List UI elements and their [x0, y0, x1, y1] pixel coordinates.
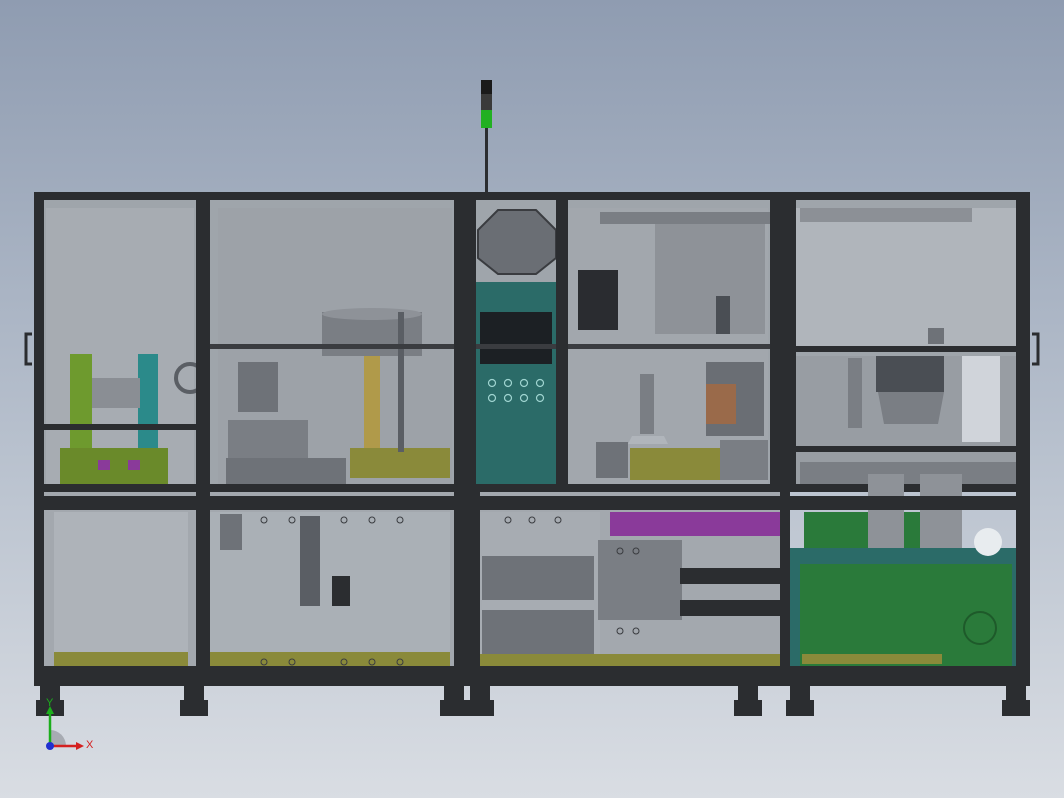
- leveling-foot-icon: [36, 686, 1030, 716]
- signal-tower-icon: [481, 80, 492, 194]
- coordinate-triad-icon: Y X: [38, 697, 102, 760]
- cad-assembly-view: [24, 80, 1040, 716]
- x-axis-label: X: [86, 739, 94, 751]
- y-axis-label: Y: [46, 697, 54, 709]
- octagon-housing: [477, 209, 557, 275]
- base-plates: [54, 652, 782, 666]
- hmi-screen: [480, 312, 552, 364]
